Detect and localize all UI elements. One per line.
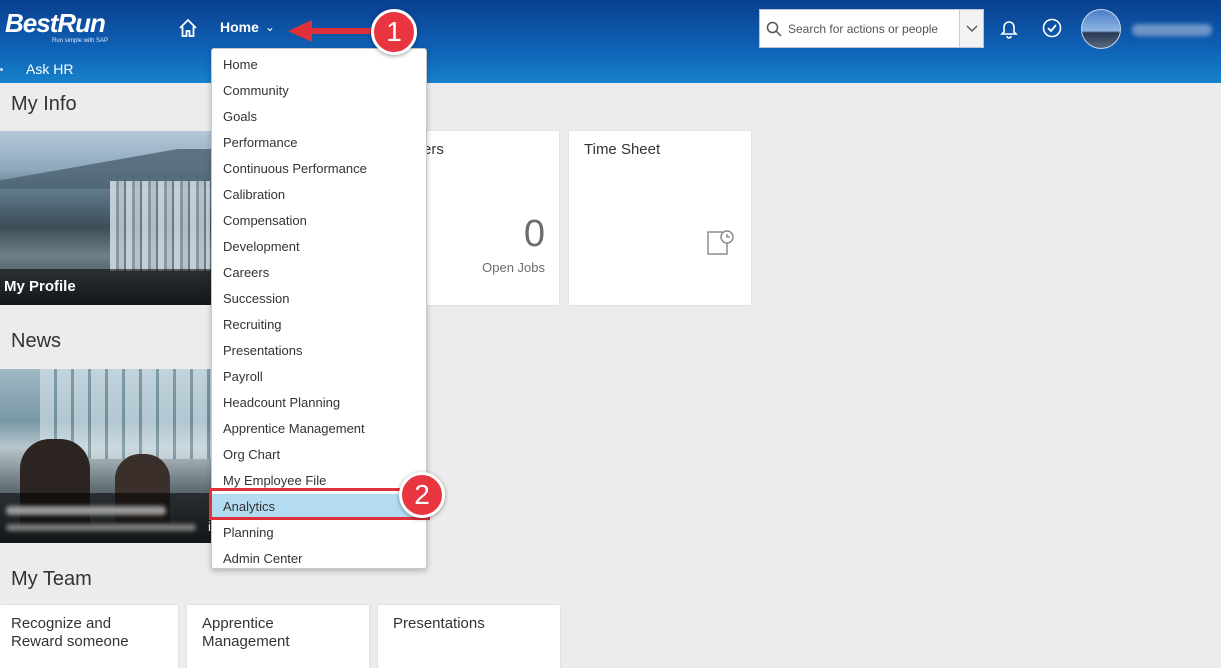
shell-bar: BestRun Run simple with SAP Home ⌄ Searc… (0, 0, 1221, 83)
time-sheet-title: Time Sheet (584, 141, 661, 158)
section-my-info: My Info (11, 93, 77, 115)
analytics-highlight-box (209, 488, 430, 520)
timesheet-clock-icon (707, 230, 734, 255)
news-headline-blurred (6, 506, 166, 515)
logo-text: BestRun (5, 8, 106, 38)
open-jobs-label: Open Jobs (482, 260, 545, 275)
search-icon (760, 21, 788, 37)
user-avatar[interactable] (1081, 9, 1121, 49)
open-jobs-count: 0 (523, 213, 545, 255)
home-menu-label: Home (220, 19, 259, 35)
home-menu-button[interactable]: Home ⌄ (220, 19, 275, 35)
menu-item-headcount-planning[interactable]: Headcount Planning (212, 390, 426, 416)
menu-item-continuous-performance[interactable]: Continuous Performance (212, 156, 426, 182)
menu-item-careers[interactable]: Careers (212, 260, 426, 286)
menu-item-community[interactable]: Community (212, 78, 426, 104)
logo-tagline: Run simple with SAP (52, 38, 109, 44)
menu-item-compensation[interactable]: Compensation (212, 208, 426, 234)
notifications-bell-icon[interactable] (998, 17, 1020, 39)
time-sheet-tile[interactable]: Time Sheet (569, 131, 751, 305)
menu-item-presentations[interactable]: Presentations (212, 338, 426, 364)
city-image (110, 181, 210, 271)
menu-item-planning[interactable]: Planning (212, 520, 426, 546)
news-tile[interactable] (0, 369, 212, 543)
tile-shade (0, 493, 212, 543)
menu-item-admin-center[interactable]: Admin Center (212, 546, 426, 572)
recognize-tile[interactable]: Recognize and Reward someone (0, 605, 178, 668)
recognize-title-line2: Reward someone (11, 633, 129, 650)
menu-item-recruiting[interactable]: Recruiting (212, 312, 426, 338)
menu-item-goals[interactable]: Goals (212, 104, 426, 130)
red-arrow-icon (288, 20, 374, 42)
menu-item-development[interactable]: Development (212, 234, 426, 260)
menu-item-performance[interactable]: Performance (212, 130, 426, 156)
home-icon[interactable] (177, 17, 199, 39)
section-news: News (11, 330, 62, 352)
todo-check-icon[interactable] (1041, 17, 1063, 39)
apprentice-title-line2: Management (202, 633, 290, 650)
recognize-title: Recognize and Reward someone (11, 615, 129, 651)
step-badge-2: 2 (399, 472, 445, 518)
menu-item-calibration[interactable]: Calibration (212, 182, 426, 208)
search-scope-dropdown[interactable] (959, 10, 983, 47)
recognize-title-line1: Recognize and (11, 615, 112, 632)
presentations-tile[interactable]: Presentations (378, 605, 560, 668)
news-subline-blurred (6, 524, 196, 531)
bestrun-logo[interactable]: BestRun Run simple with SAP (5, 8, 108, 44)
menu-item-apprentice-management[interactable]: Apprentice Management (212, 416, 426, 442)
my-profile-tile[interactable]: My Profile (0, 131, 212, 305)
apprentice-title-line1: Apprentice (202, 615, 274, 632)
section-my-team: My Team (11, 568, 92, 590)
apprentice-management-tile[interactable]: Apprentice Management (187, 605, 369, 668)
apprentice-title: Apprentice Management (202, 615, 290, 651)
user-name-blurred[interactable] (1132, 24, 1212, 36)
my-profile-label: My Profile (4, 278, 76, 295)
subnav-dot (0, 68, 3, 71)
step-badge-1: 1 (371, 9, 417, 55)
menu-item-home[interactable]: Home (212, 52, 426, 78)
search-input[interactable]: Search for actions or people (788, 22, 959, 36)
presentations-title: Presentations (393, 615, 485, 632)
menu-item-succession[interactable]: Succession (212, 286, 426, 312)
menu-item-org-chart[interactable]: Org Chart (212, 442, 426, 468)
chevron-down-icon: ⌄ (264, 20, 275, 34)
search-box[interactable]: Search for actions or people (759, 9, 984, 48)
chevron-down-icon (966, 25, 977, 32)
menu-item-payroll[interactable]: Payroll (212, 364, 426, 390)
ask-hr-link[interactable]: Ask HR (26, 61, 73, 77)
